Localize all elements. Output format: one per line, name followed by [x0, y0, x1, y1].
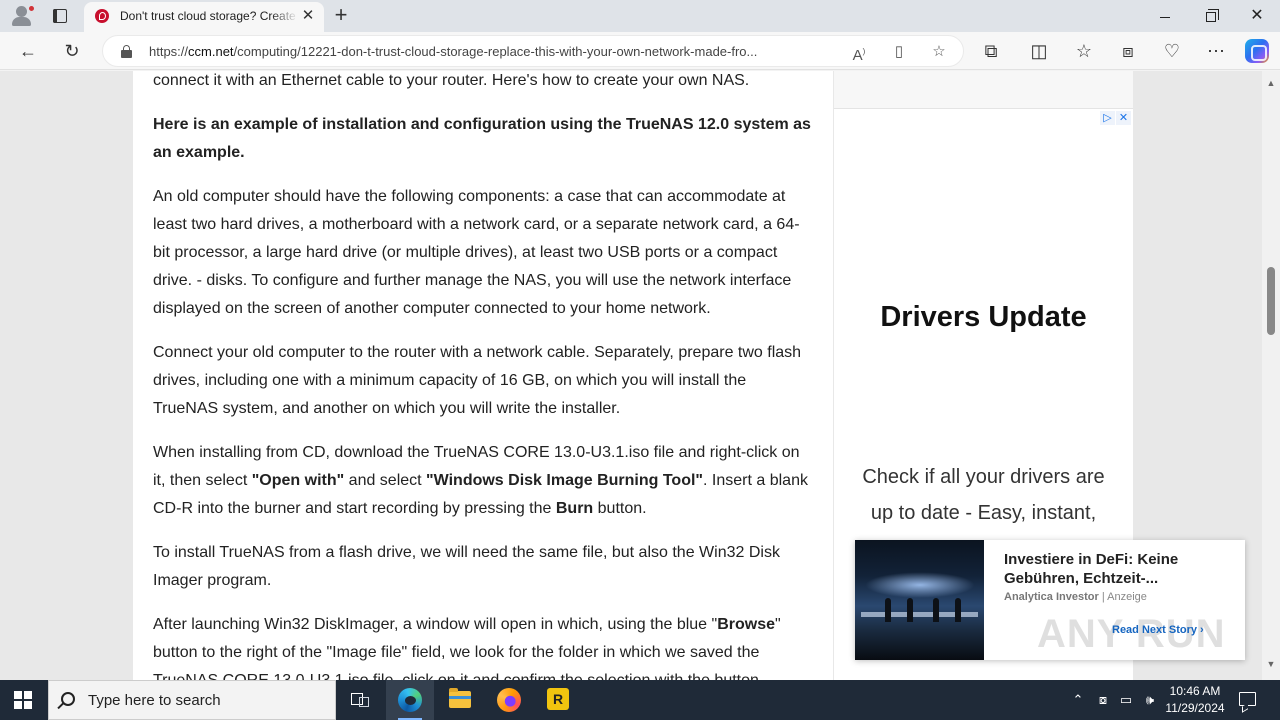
promo-thumbnail[interactable]	[855, 540, 984, 660]
scroll-up-icon[interactable]: ▲	[1262, 75, 1280, 91]
rockstar-launcher-icon[interactable]: R	[534, 680, 582, 720]
collections-icon[interactable]: ⧈	[1116, 40, 1140, 62]
ad-title[interactable]: Drivers Update	[834, 301, 1133, 334]
task-view-icon[interactable]	[336, 680, 384, 720]
taskbar: Type here to search R ⌃ ⧇ ▭ 🕪 10:46 AM 1…	[0, 680, 1280, 720]
adchoices-icon[interactable]: ▷	[1100, 111, 1115, 125]
volume-icon[interactable]: 🕪	[1140, 680, 1160, 720]
split-screen-icon[interactable]: ◫	[1027, 40, 1051, 62]
immersive-reader-icon[interactable]: ▯	[889, 43, 909, 61]
promo-source: Analytica Investor | Anzeige	[1004, 591, 1147, 603]
windows-start-icon[interactable]	[14, 691, 32, 709]
window-minimize-button[interactable]	[1142, 0, 1188, 32]
tab-active[interactable]: Don't trust cloud storage? Create your o…	[84, 2, 324, 32]
window-restore-button[interactable]	[1188, 0, 1234, 32]
tab-title: Don't trust cloud storage? Create your o…	[120, 9, 298, 23]
copilot-icon[interactable]	[1245, 39, 1269, 63]
network-icon[interactable]: ▭	[1117, 680, 1135, 720]
extensions-icon[interactable]: ⧉	[979, 40, 1003, 62]
favorites-icon[interactable]: ☆	[1072, 40, 1096, 62]
address-bar[interactable]: https://ccm.net/computing/12221-don-t-tr…	[102, 35, 964, 67]
scrollbar-thumb[interactable]	[1267, 267, 1275, 335]
article-body: connect it with an Ethernet cable to you…	[153, 71, 813, 680]
ccm-favicon-icon	[95, 9, 109, 23]
taskbar-clock[interactable]: 10:46 AM 11/29/2024	[1160, 683, 1230, 717]
article-column: connect it with an Ethernet cable to you…	[133, 71, 833, 680]
new-tab-icon[interactable]: +	[330, 4, 352, 26]
lock-icon[interactable]	[121, 45, 132, 58]
article-paragraph: To install TrueNAS from a flash drive, w…	[153, 544, 780, 589]
notifications-icon[interactable]	[1239, 692, 1256, 706]
taskbar-search-box[interactable]: Type here to search	[48, 680, 336, 720]
tray-device-icon[interactable]: ⧇	[1094, 680, 1112, 720]
taskbar-search-placeholder: Type here to search	[88, 692, 221, 709]
clock-time: 10:46 AM	[1169, 684, 1221, 698]
tab-actions-icon[interactable]	[50, 6, 70, 26]
read-next-story-link[interactable]: Read Next Story ›	[1112, 624, 1204, 636]
profile-avatar-icon[interactable]	[9, 4, 35, 28]
sponsored-story-card[interactable]: Investiere in DeFi: Keine Gebühren, Echt…	[855, 540, 1245, 660]
back-arrow-icon[interactable]: ←	[16, 40, 40, 62]
article-paragraph: Connect your old computer to the router …	[153, 344, 802, 417]
file-explorer-icon[interactable]	[436, 680, 484, 720]
read-aloud-icon[interactable]: A)	[849, 43, 869, 64]
tab-strip: Don't trust cloud storage? Create your o…	[0, 0, 1280, 32]
refresh-icon[interactable]: ↻	[60, 40, 84, 62]
edge-taskbar-icon[interactable]	[386, 680, 434, 720]
article-paragraph-bold: Here is an example of installation and c…	[153, 116, 811, 161]
ad-text[interactable]: Check if all your drivers are up to date…	[854, 459, 1113, 531]
ad-close-icon[interactable]: ✕	[1116, 111, 1131, 125]
tray-chevron-up-icon[interactable]: ⌃	[1068, 680, 1088, 720]
sidebar-top-strip	[834, 71, 1133, 109]
window-close-button[interactable]: ✕	[1234, 0, 1280, 32]
browser-essentials-icon[interactable]: ♡	[1160, 40, 1184, 62]
browser-toolbar: ← ↻ https://ccm.net/computing/12221-don-…	[0, 32, 1280, 70]
promo-headline[interactable]: Investiere in DeFi: Keine Gebühren, Echt…	[1004, 550, 1229, 588]
scroll-down-icon[interactable]: ▼	[1262, 656, 1280, 672]
tab-close-icon[interactable]: ✕	[300, 8, 316, 24]
article-paragraph: connect it with an Ethernet cable to you…	[153, 72, 750, 89]
url-text[interactable]: https://ccm.net/computing/12221-don-t-tr…	[149, 44, 839, 59]
firefox-icon[interactable]	[485, 680, 533, 720]
article-paragraph: After launching Win32 DiskImager, a wind…	[153, 616, 781, 680]
search-icon	[61, 692, 75, 706]
favorite-star-icon[interactable]: ☆	[929, 43, 949, 61]
article-paragraph: An old computer should have the followin…	[153, 188, 800, 317]
settings-more-icon[interactable]: ⋯	[1204, 40, 1228, 62]
page-scrollbar[interactable]: ▲ ▼	[1262, 71, 1280, 680]
article-paragraph: When installing from CD, download the Tr…	[153, 444, 808, 517]
clock-date: 11/29/2024	[1165, 701, 1225, 715]
